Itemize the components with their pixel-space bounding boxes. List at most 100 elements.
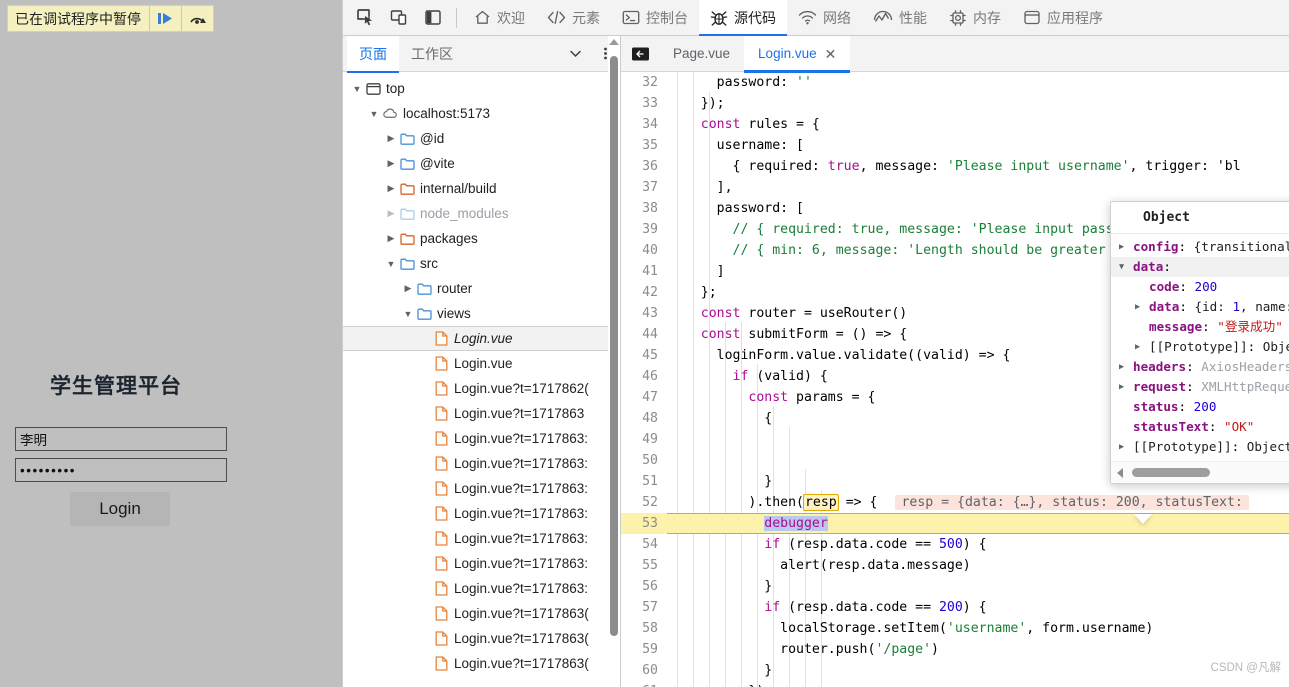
twisty-collapsed-icon[interactable]: ▶ bbox=[1135, 337, 1149, 357]
editor-back-button[interactable] bbox=[621, 36, 659, 72]
code-line[interactable]: 34 const rules = { bbox=[621, 114, 1289, 135]
code-line-text[interactable]: } bbox=[667, 660, 772, 681]
code-line-text[interactable]: ], bbox=[667, 177, 733, 198]
code-line-text[interactable]: alert(resp.data.message) bbox=[667, 555, 971, 576]
line-number[interactable]: 46 bbox=[621, 366, 667, 387]
code-line-text[interactable] bbox=[667, 450, 669, 471]
navigator-tree-item[interactable]: ▶ node_modules bbox=[343, 201, 620, 226]
scroll-left-arrow-icon[interactable] bbox=[1117, 467, 1123, 478]
navigator-scrollbar[interactable] bbox=[608, 36, 620, 687]
code-line-text[interactable]: debugger bbox=[667, 513, 828, 534]
code-line-text[interactable]: { bbox=[667, 408, 772, 429]
navigator-more-tabs-button[interactable] bbox=[560, 36, 590, 72]
object-property-row[interactable]: code: 200 bbox=[1111, 277, 1289, 297]
navigator-tree-item[interactable]: Login.vue?t=1717863: bbox=[343, 526, 620, 551]
line-number[interactable]: 45 bbox=[621, 345, 667, 366]
navigator-tree-item[interactable]: Login.vue?t=1717863( bbox=[343, 651, 620, 676]
line-number[interactable]: 53 bbox=[621, 513, 667, 534]
code-line[interactable]: 57 if (resp.data.code == 200) { bbox=[621, 597, 1289, 618]
twisty-expanded-icon[interactable]: ▼ bbox=[383, 259, 399, 269]
line-number[interactable]: 37 bbox=[621, 177, 667, 198]
twisty-collapsed-icon[interactable]: ▶ bbox=[383, 183, 399, 194]
navigator-file-tree[interactable]: ▼ top ▼ localhost:5173 ▶ @id ▶ @vite ▶ internal/b… bbox=[343, 72, 620, 687]
code-line-text[interactable]: // { min: 6, message: 'Length should be … bbox=[667, 240, 1170, 261]
code-line-text[interactable]: const submitForm = () => { bbox=[667, 324, 907, 345]
code-line-text[interactable]: ).then(resp => {resp = {data: {…}, statu… bbox=[667, 492, 1249, 513]
navigator-tree-item[interactable]: ▶ @id bbox=[343, 126, 620, 151]
line-number[interactable]: 52 bbox=[621, 492, 667, 513]
navigator-tree-item[interactable]: Login.vue?t=1717863: bbox=[343, 426, 620, 451]
line-number[interactable]: 58 bbox=[621, 618, 667, 639]
code-line[interactable]: 59 router.push('/page') bbox=[621, 639, 1289, 660]
line-number[interactable]: 44 bbox=[621, 324, 667, 345]
code-line-text[interactable]: password: '' bbox=[667, 72, 812, 93]
code-line-text[interactable]: localStorage.setItem('username', form.us… bbox=[667, 618, 1153, 639]
resume-script-button[interactable] bbox=[149, 6, 181, 31]
code-line-text[interactable]: }) bbox=[667, 681, 764, 687]
line-number[interactable]: 48 bbox=[621, 408, 667, 429]
object-popup-rows[interactable]: ▶config: {transitional: {…}, adapter: Ar… bbox=[1111, 234, 1289, 461]
navigator-subtab-workspace[interactable]: 工作区 bbox=[399, 36, 465, 72]
password-input[interactable] bbox=[15, 458, 227, 482]
tab-network[interactable]: 网络 bbox=[787, 0, 862, 36]
code-line[interactable]: 58 localStorage.setItem('username', form… bbox=[621, 618, 1289, 639]
navigator-tree-item[interactable]: ▶ @vite bbox=[343, 151, 620, 176]
object-property-row[interactable]: message: "登录成功" bbox=[1111, 317, 1289, 337]
line-number[interactable]: 57 bbox=[621, 597, 667, 618]
line-number[interactable]: 55 bbox=[621, 555, 667, 576]
object-property-row[interactable]: status: 200 bbox=[1111, 397, 1289, 417]
code-line[interactable]: 37 ], bbox=[621, 177, 1289, 198]
navigator-tree-item[interactable]: Login.vue?t=1717863( bbox=[343, 601, 620, 626]
debugger-keyword[interactable]: debugger bbox=[764, 516, 828, 531]
code-line-text[interactable]: ] bbox=[667, 261, 725, 282]
navigator-tree-item-selected[interactable]: Login.vue bbox=[343, 326, 620, 351]
navigator-tree-item[interactable]: Login.vue?t=1717863: bbox=[343, 551, 620, 576]
navigator-scrollbar-thumb[interactable] bbox=[610, 56, 618, 636]
code-line-text[interactable]: if (valid) { bbox=[667, 366, 828, 387]
code-line-text[interactable]: const rules = { bbox=[667, 114, 820, 135]
twisty-collapsed-icon[interactable]: ▶ bbox=[383, 233, 399, 244]
tab-welcome[interactable]: 欢迎 bbox=[463, 0, 536, 36]
object-preview-popup[interactable]: Object ▶config: {transitional: {…}, adap… bbox=[1110, 201, 1289, 484]
line-number[interactable]: 51 bbox=[621, 471, 667, 492]
code-line-text[interactable]: }; bbox=[667, 282, 717, 303]
code-line-text[interactable]: username: [ bbox=[667, 135, 804, 156]
code-line[interactable]: 35 username: [ bbox=[621, 135, 1289, 156]
object-property-row[interactable]: ▶request: XMLHttpRequest {onreadystatech… bbox=[1111, 377, 1289, 397]
line-number[interactable]: 47 bbox=[621, 387, 667, 408]
object-property-row[interactable]: ▼ data: bbox=[1111, 257, 1289, 277]
inspect-element-button[interactable] bbox=[348, 1, 382, 35]
navigator-tree-item[interactable]: Login.vue?t=1717863 bbox=[343, 401, 620, 426]
username-input[interactable] bbox=[15, 427, 227, 451]
code-line-text[interactable]: if (resp.data.code == 200) { bbox=[667, 597, 986, 618]
code-line-text[interactable]: loginForm.value.validate((valid) => { bbox=[667, 345, 1011, 366]
tab-sources[interactable]: 源代码 bbox=[699, 0, 787, 37]
code-line[interactable]: 60 } bbox=[621, 660, 1289, 681]
navigator-tree-item[interactable]: ▼ top bbox=[343, 76, 620, 101]
dock-side-button[interactable] bbox=[416, 1, 450, 35]
navigator-tree-item[interactable]: Login.vue?t=1717862( bbox=[343, 376, 620, 401]
code-line-text[interactable]: const params = { bbox=[667, 387, 875, 408]
twisty-expanded-icon[interactable]: ▼ bbox=[349, 84, 365, 94]
object-popup-hscrollbar[interactable] bbox=[1111, 461, 1289, 483]
twisty-collapsed-icon[interactable]: ▶ bbox=[1119, 437, 1133, 457]
navigator-tree-item[interactable]: Login.vue?t=1717863: bbox=[343, 501, 620, 526]
step-over-button[interactable] bbox=[181, 6, 213, 31]
code-line-text[interactable]: } bbox=[667, 471, 772, 492]
tab-application[interactable]: 应用程序 bbox=[1012, 0, 1114, 36]
tab-performance[interactable]: 性能 bbox=[862, 0, 938, 36]
tab-console[interactable]: 控制台 bbox=[611, 0, 699, 36]
navigator-tree-item[interactable]: Login.vue bbox=[343, 351, 620, 376]
code-line-text[interactable]: router.push('/page') bbox=[667, 639, 939, 660]
code-line-text[interactable]: } bbox=[667, 576, 772, 597]
line-number[interactable]: 38 bbox=[621, 198, 667, 219]
line-number[interactable]: 60 bbox=[621, 660, 667, 681]
line-number[interactable]: 61 bbox=[621, 681, 667, 687]
code-line-text[interactable]: if (resp.data.code == 500) { bbox=[667, 534, 986, 555]
line-number[interactable]: 50 bbox=[621, 450, 667, 471]
line-number[interactable]: 42 bbox=[621, 282, 667, 303]
line-number[interactable]: 40 bbox=[621, 240, 667, 261]
navigator-subtab-page[interactable]: 页面 bbox=[347, 35, 399, 73]
selected-token[interactable]: resp bbox=[802, 494, 839, 511]
line-number[interactable]: 39 bbox=[621, 219, 667, 240]
